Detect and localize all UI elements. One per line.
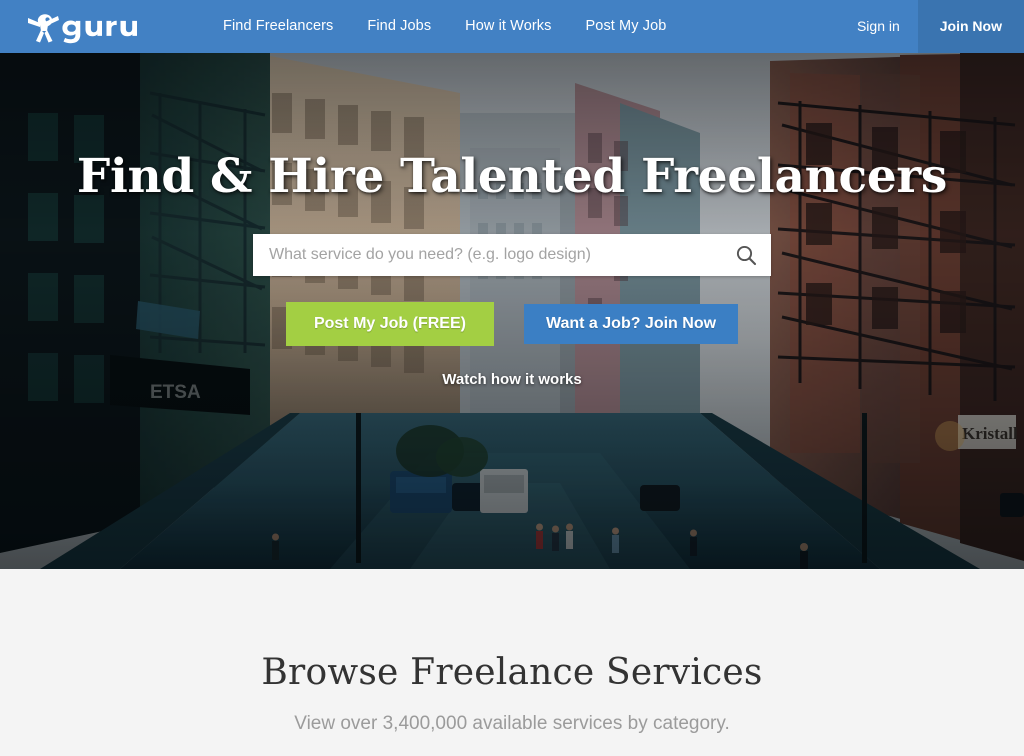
join-now-button[interactable]: Join Now <box>917 0 1024 53</box>
guru-logo[interactable] <box>14 0 164 53</box>
main-nav-links: Find Freelancers Find Jobs How it Works … <box>206 0 683 53</box>
nav-link-how-it-works[interactable]: How it Works <box>448 0 568 53</box>
nav-account-actions: Sign in Join Now <box>839 0 1024 53</box>
hero-headline: Find & Hire Talented Freelancers <box>76 149 948 204</box>
browse-section-title: Browse Freelance Services <box>261 652 763 693</box>
nav-link-find-jobs[interactable]: Find Jobs <box>350 0 448 53</box>
search-icon <box>736 245 757 266</box>
guru-logo-mark <box>28 13 137 43</box>
search-input[interactable] <box>253 235 721 275</box>
want-a-job-join-now-button[interactable]: Want a Job? Join Now <box>523 304 739 344</box>
browse-section-subtitle: View over 3,400,000 available services b… <box>294 713 730 734</box>
hero-content: Find & Hire Talented Freelancers Post My… <box>0 53 1024 569</box>
sign-in-link[interactable]: Sign in <box>839 0 918 53</box>
nav-link-post-my-job[interactable]: Post My Job <box>569 0 684 53</box>
watch-how-it-works-link[interactable]: Watch how it works <box>442 371 581 388</box>
nav-link-find-freelancers[interactable]: Find Freelancers <box>206 0 350 53</box>
top-navigation-bar: Find Freelancers Find Jobs How it Works … <box>0 0 1024 53</box>
hero-cta-row: Post My Job (FREE) Want a Job? Join Now <box>285 302 739 346</box>
post-my-job-button[interactable]: Post My Job (FREE) <box>285 302 494 346</box>
browse-services-section: Browse Freelance Services View over 3,40… <box>0 569 1024 756</box>
search-submit-button[interactable] <box>721 234 771 276</box>
hero-section: ETSA <box>0 53 1024 569</box>
hero-search-bar <box>253 234 771 276</box>
